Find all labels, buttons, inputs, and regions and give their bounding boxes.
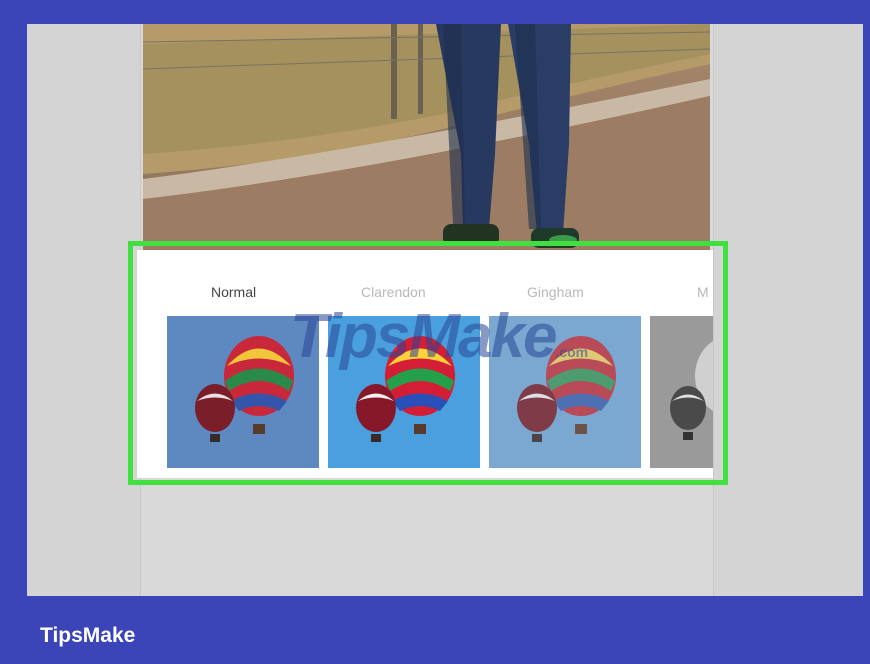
filter-label-normal[interactable]: Normal — [211, 284, 256, 300]
watermark-text: TipsMake — [290, 302, 557, 371]
watermark: TipsMake.com — [290, 302, 620, 372]
filter-label-next[interactable]: M — [697, 284, 713, 300]
photo-preview — [143, 24, 710, 256]
filter-label-gingham[interactable]: Gingham — [527, 284, 584, 300]
footer-brand: TipsMake — [40, 624, 136, 647]
filter-label-clarendon[interactable]: Clarendon — [361, 284, 426, 300]
watermark-suffix: .com — [555, 344, 589, 360]
filter-thumb-mono[interactable] — [650, 316, 713, 468]
